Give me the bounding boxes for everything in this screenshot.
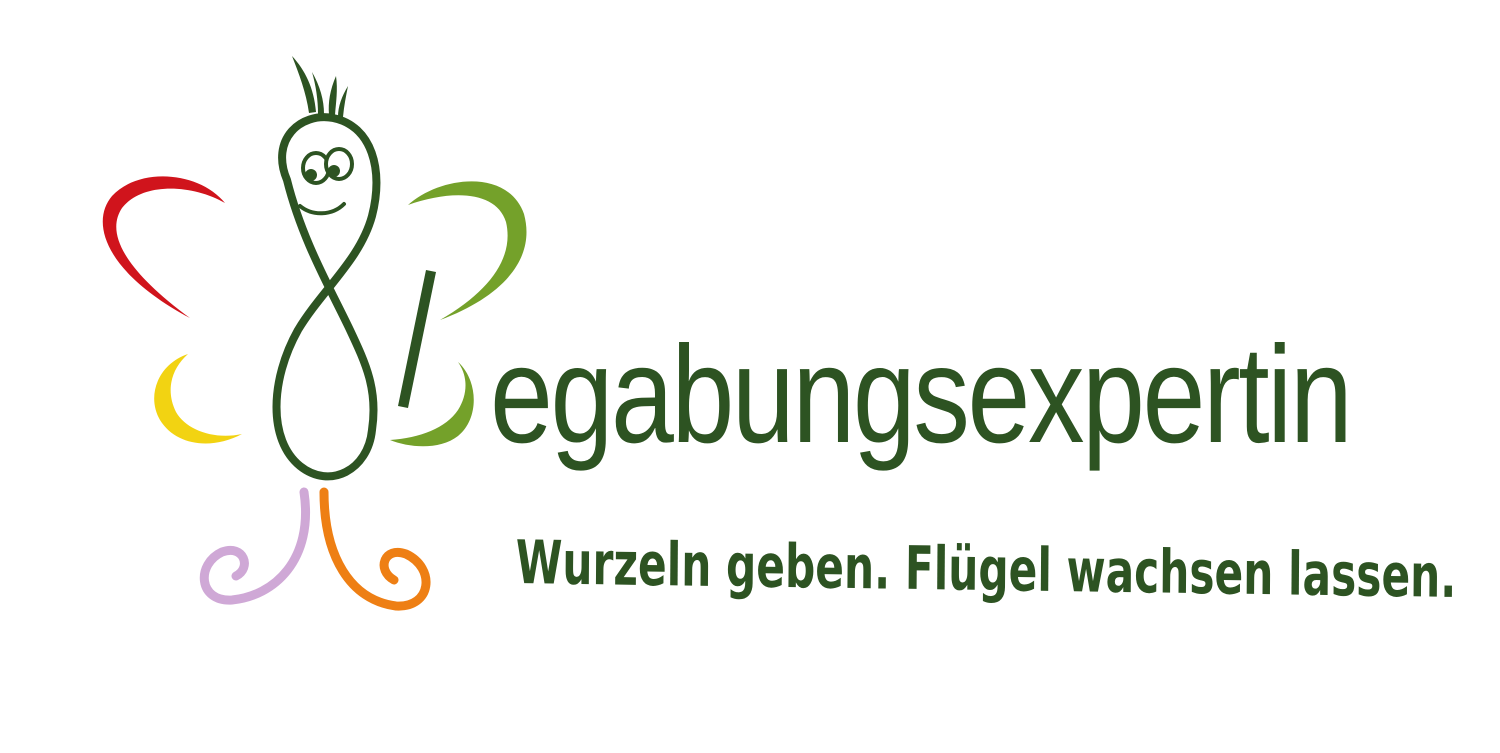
wing-bottom-left-icon: [154, 354, 242, 444]
leg-right-icon: [319, 487, 431, 611]
smile-icon: [298, 202, 346, 216]
wing-top-left-icon: [102, 176, 225, 318]
leg-left-icon: [199, 487, 310, 605]
logo: egabungsexpertin Wurzeln geben. Flügel w…: [0, 0, 1500, 753]
eyes-icon: [301, 147, 354, 185]
letter-b-stem-icon: [398, 270, 436, 408]
antenna-icon: [292, 56, 348, 117]
butterfly-mascot-icon: [102, 56, 527, 611]
brand-wordmark: egabungsexpertin: [490, 318, 1353, 472]
brand-tagline: Wurzeln geben. Flügel wachsen lassen.: [515, 528, 1457, 612]
